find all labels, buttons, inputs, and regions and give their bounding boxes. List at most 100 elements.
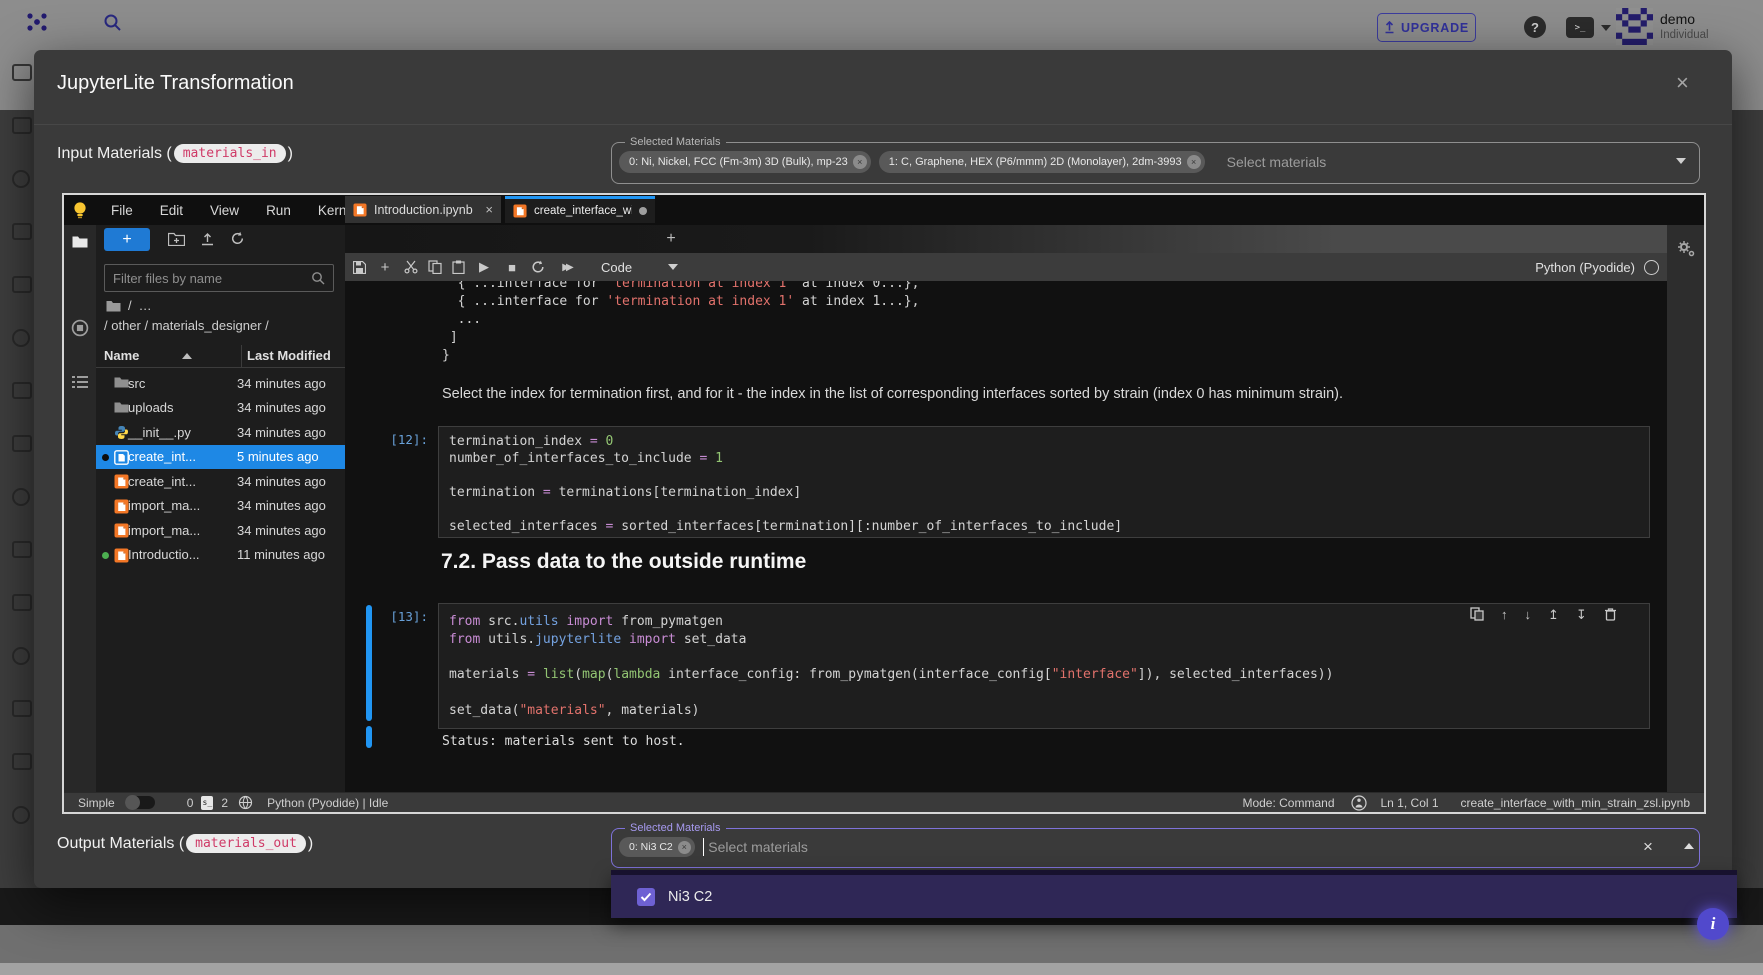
running-sessions-icon[interactable] bbox=[71, 319, 89, 337]
terminal-count[interactable]: 0 bbox=[187, 796, 194, 810]
accessibility-icon[interactable] bbox=[1351, 795, 1367, 811]
dimmed-sidebar-icon bbox=[12, 382, 32, 399]
chip-label: 1: C, Graphene, HEX (P6/mmm) 2D (Monolay… bbox=[889, 156, 1182, 168]
markdown-paragraph: Select the index for termination first, … bbox=[442, 386, 1542, 402]
kernel-status-text[interactable]: Python (Pyodide) | Idle bbox=[267, 796, 388, 810]
input-label-prefix: Input Materials ( bbox=[57, 145, 172, 163]
property-inspector-gears-icon[interactable] bbox=[1676, 239, 1696, 257]
screen: UPGRADE ? >_ demo Individual JupyterLite… bbox=[0, 0, 1763, 975]
restart-kernel-icon[interactable] bbox=[531, 260, 545, 274]
user-name[interactable]: demo bbox=[1660, 11, 1695, 27]
code-cell-12[interactable]: termination_index = 0 number_of_interfac… bbox=[438, 426, 1650, 538]
tab-introduction[interactable]: Introduction.ipynb × bbox=[345, 196, 501, 223]
chip-delete-icon[interactable]: × bbox=[1187, 155, 1201, 169]
chip-delete-icon[interactable]: × bbox=[853, 155, 867, 169]
move-cell-up-icon[interactable]: ↑ bbox=[1501, 607, 1508, 623]
code-cell-13[interactable]: from src.utils import from_pymatgen from… bbox=[438, 603, 1650, 729]
breadcrumb-ellipsis[interactable]: … bbox=[139, 298, 152, 313]
material-chip[interactable]: 0: Ni3 C2 × bbox=[619, 837, 695, 857]
file-time: 11 minutes ago bbox=[237, 547, 325, 562]
dimmed-sidebar-icon bbox=[12, 64, 32, 81]
output-collapser[interactable] bbox=[366, 726, 372, 748]
file-row-selected[interactable]: create_int... 5 minutes ago bbox=[96, 445, 345, 470]
file-name: create_int... bbox=[128, 474, 196, 489]
breadcrumb[interactable]: / … bbox=[106, 298, 152, 313]
tab-create-interface-active[interactable]: create_interface_with_min_ bbox=[505, 196, 655, 223]
files-tab-icon[interactable] bbox=[72, 235, 88, 249]
chip-delete-icon[interactable]: × bbox=[678, 841, 691, 854]
restart-run-all-icon[interactable]: ▶▶ bbox=[555, 262, 577, 273]
file-row[interactable]: create_int... 34 minutes ago bbox=[96, 469, 345, 494]
notebook-toolbar: + ▶ ■ ▶▶ Code Pyt bbox=[345, 253, 1667, 281]
cut-cells-icon[interactable] bbox=[404, 260, 418, 274]
new-launcher-button[interactable]: + bbox=[104, 228, 150, 251]
file-row[interactable]: src 34 minutes ago bbox=[96, 371, 345, 396]
insert-cell-icon[interactable]: + bbox=[376, 259, 394, 276]
paste-cells-icon[interactable] bbox=[452, 260, 465, 274]
home-folder-icon[interactable] bbox=[106, 300, 121, 312]
run-cell-icon[interactable]: ▶ bbox=[475, 259, 493, 275]
material-chip[interactable]: 0: Ni, Nickel, FCC (Fm-3m) 3D (Bulk), mp… bbox=[619, 151, 871, 173]
app-logo-icon[interactable] bbox=[24, 11, 50, 34]
search-icon[interactable] bbox=[103, 13, 123, 33]
insert-cell-above-icon[interactable]: ↥ bbox=[1548, 607, 1559, 623]
file-row[interactable]: import_ma... 34 minutes ago bbox=[96, 494, 345, 519]
delete-cell-icon[interactable] bbox=[1604, 607, 1617, 621]
file-name: src bbox=[128, 376, 145, 391]
menu-edit[interactable]: Edit bbox=[160, 203, 183, 218]
upload-files-icon[interactable] bbox=[200, 231, 215, 246]
simple-mode-toggle[interactable] bbox=[125, 796, 155, 809]
file-row[interactable]: Introductio... 11 minutes ago bbox=[96, 543, 345, 568]
kernel-name: Python (Pyodide) bbox=[1535, 260, 1635, 275]
modal-close-icon[interactable]: × bbox=[1676, 70, 1689, 96]
move-cell-down-icon[interactable]: ↓ bbox=[1525, 607, 1532, 623]
refresh-file-list-icon[interactable] bbox=[230, 231, 245, 246]
file-row[interactable]: __init__.py 34 minutes ago bbox=[96, 420, 345, 445]
clear-selection-icon[interactable]: × bbox=[1643, 837, 1653, 857]
file-row[interactable]: import_ma... 34 minutes ago bbox=[96, 518, 345, 543]
table-of-contents-icon[interactable] bbox=[72, 375, 88, 389]
unsaved-dot-icon[interactable] bbox=[639, 207, 647, 215]
copy-cells-icon[interactable] bbox=[428, 260, 442, 274]
upgrade-button[interactable]: UPGRADE bbox=[1377, 13, 1476, 42]
interrupt-kernel-icon[interactable]: ■ bbox=[503, 260, 521, 275]
avatar[interactable] bbox=[1616, 8, 1653, 45]
upload-arrow-icon bbox=[1384, 21, 1395, 34]
column-modified[interactable]: Last Modified bbox=[247, 348, 331, 363]
new-folder-icon[interactable] bbox=[168, 232, 185, 246]
insert-cell-below-icon[interactable]: ↧ bbox=[1576, 607, 1587, 623]
help-button[interactable]: ? bbox=[1524, 16, 1546, 38]
file-row[interactable]: uploads 34 minutes ago bbox=[96, 396, 345, 421]
input-select-caret-icon[interactable] bbox=[1676, 158, 1686, 164]
new-tab-button[interactable]: + bbox=[660, 228, 682, 250]
breadcrumb-root[interactable]: / bbox=[128, 298, 132, 313]
menu-run[interactable]: Run bbox=[266, 203, 291, 218]
dimmed-sidebar-icon bbox=[12, 488, 30, 506]
info-fab-button[interactable]: i bbox=[1697, 908, 1729, 940]
save-icon[interactable] bbox=[353, 261, 366, 274]
file-time: 5 minutes ago bbox=[237, 449, 319, 464]
dropdown-option-ni3c2[interactable]: Ni3 C2 bbox=[611, 875, 1737, 918]
menu-view[interactable]: View bbox=[210, 203, 239, 218]
sort-ascending-icon[interactable] bbox=[182, 353, 192, 359]
cursor-position[interactable]: Ln 1, Col 1 bbox=[1381, 796, 1439, 810]
output-materials-variable: materials_out bbox=[186, 834, 306, 853]
checkbox-checked-icon[interactable] bbox=[637, 888, 655, 906]
filter-files-input[interactable]: Filter files by name bbox=[104, 264, 334, 292]
kernel-indicator[interactable]: Python (Pyodide) bbox=[1535, 260, 1659, 275]
cell-type-select[interactable]: Code bbox=[601, 260, 632, 275]
jupyter-statusbar: Simple 0 s_ 2 Python (Pyodide) | Idle Mo… bbox=[64, 792, 1704, 812]
output-select-collapse-icon[interactable] bbox=[1684, 843, 1694, 849]
breadcrumb-path[interactable]: / other / materials_designer / bbox=[104, 318, 269, 333]
tab-close-icon[interactable]: × bbox=[485, 202, 493, 217]
console-menu-button[interactable]: >_ bbox=[1566, 17, 1594, 38]
duplicate-cell-icon[interactable] bbox=[1470, 607, 1484, 621]
kernel-sessions-icon: s_ bbox=[201, 796, 213, 810]
cell-type-caret-icon[interactable] bbox=[668, 264, 678, 270]
column-name[interactable]: Name bbox=[104, 348, 139, 363]
chip-label: 0: Ni, Nickel, FCC (Fm-3m) 3D (Bulk), mp… bbox=[629, 156, 848, 168]
python-file-icon bbox=[114, 425, 129, 440]
material-chip[interactable]: 1: C, Graphene, HEX (P6/mmm) 2D (Monolay… bbox=[879, 151, 1205, 173]
menu-file[interactable]: File bbox=[111, 203, 133, 218]
kernel-count[interactable]: 2 bbox=[221, 796, 228, 810]
